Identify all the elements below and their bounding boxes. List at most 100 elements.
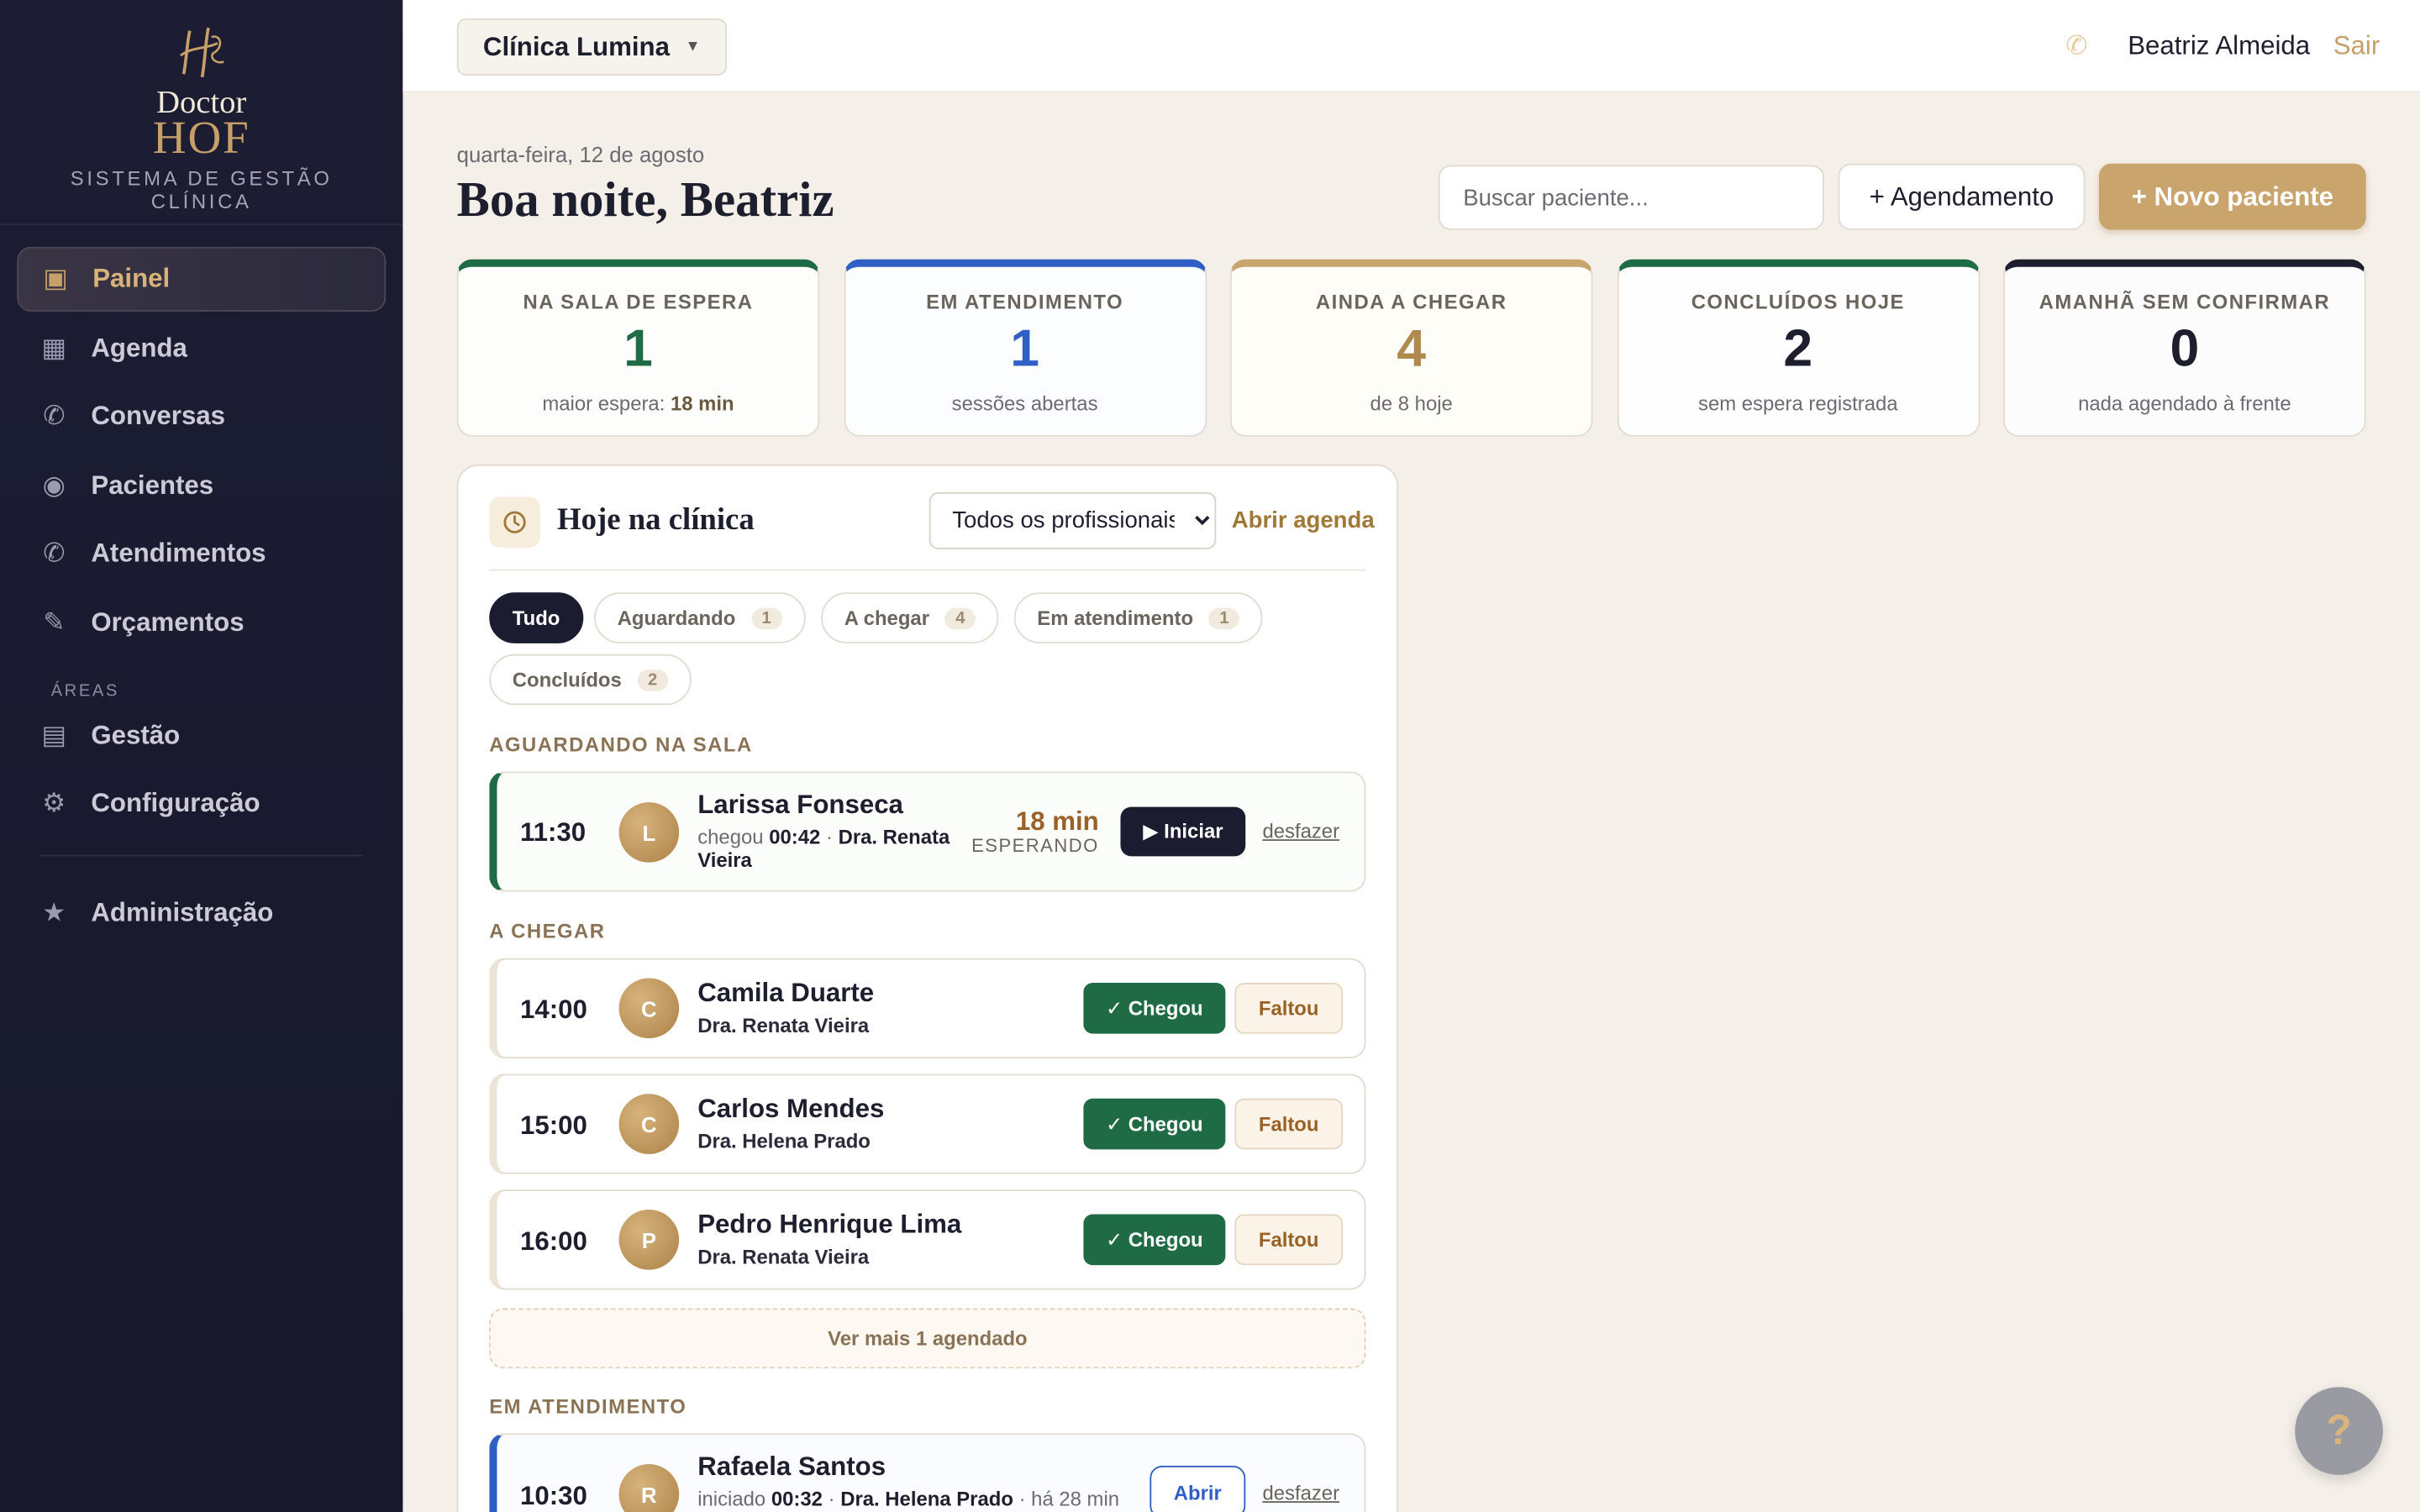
session-info: iniciado 00:32 · Dra. Helena Prado · há … [697, 1488, 1160, 1511]
current-date: quarta-feira, 12 de agosto [456, 141, 705, 167]
sidebar-item-pacientes[interactable]: ◉ Pacientes [17, 454, 386, 518]
logout-link[interactable]: Sair [2333, 31, 2381, 62]
appointment-time: 10:30 [519, 1481, 587, 1511]
open-session-button[interactable]: Abrir [1150, 1465, 1246, 1512]
chip-all[interactable]: Tudo [489, 592, 583, 643]
mark-arrived-button[interactable]: ✓ Chegou [1083, 1214, 1226, 1266]
mark-arrived-button[interactable]: ✓ Chegou [1083, 1098, 1226, 1150]
sidebar-item-label: Atendimentos [91, 538, 266, 569]
kpi-completed-today[interactable]: CONCLUÍDOS HOJE 2 sem espera registrada [1616, 259, 1980, 437]
professional-filter-select[interactable]: Todos os profissionais [929, 491, 1217, 549]
chip-count: 1 [750, 606, 782, 629]
main-nav: ▣ Painel ▦ Agenda ✆ Conversas ◉ Paciente… [0, 225, 402, 946]
open-agenda-link[interactable]: Abrir agenda [1232, 507, 1375, 533]
sidebar-item-painel[interactable]: ▣ Painel [17, 246, 387, 312]
kpi-value: 0 [2170, 319, 2200, 378]
nav-divider [39, 854, 363, 857]
undo-link[interactable]: desfazer [1262, 1481, 1339, 1504]
appointment-time: 16:00 [519, 1226, 587, 1257]
new-patient-button[interactable]: + Novo paciente [2098, 163, 2366, 230]
kpi-yet-to-arrive[interactable]: AINDA A CHEGAR 4 de 8 hoje [1229, 259, 1593, 437]
avatar: C [618, 978, 680, 1039]
logo-monogram-icon [179, 27, 224, 78]
doctor-name: Dra. Renata Vieira [697, 1013, 870, 1037]
mark-missed-button[interactable]: Faltou [1234, 983, 1343, 1034]
start-session-button[interactable]: ▶ Iniciar [1120, 806, 1246, 857]
add-appointment-button[interactable]: + Agendamento [1838, 163, 2086, 230]
sidebar-item-label: Orçamentos [91, 607, 245, 638]
chip-in-service[interactable]: Em atendimento 1 [1013, 592, 1263, 643]
kpi-in-service[interactable]: EM ATENDIMENTO 1 sessões abertas [843, 259, 1207, 437]
arriving-row[interactable]: 15:00 C Carlos Mendes Dra. Helena Prado … [489, 1074, 1366, 1174]
doctor-name: Dra. Helena Prado [697, 1129, 871, 1153]
sidebar: Doctor HOF SISTEMA DE GESTÃO CLÍNICA ▣ P… [0, 0, 403, 1512]
patient-name[interactable]: Larissa Fonseca [697, 790, 903, 821]
brand-logo[interactable]: Doctor HOF SISTEMA DE GESTÃO CLÍNICA [0, 0, 403, 226]
sidebar-item-configuracao[interactable]: ⚙ Configuração [17, 772, 386, 837]
kpi-tomorrow-unconfirmed[interactable]: AMANHÃ SEM CONFIRMAR 0 nada agendado à f… [2003, 259, 2366, 437]
panel-divider [489, 569, 1366, 571]
sidebar-item-label: Pacientes [91, 470, 214, 500]
chip-arriving[interactable]: A chegar 4 [821, 592, 999, 643]
sidebar-item-agenda[interactable]: ▦ Agenda [17, 316, 386, 381]
patient-name[interactable]: Rafaela Santos [697, 1452, 886, 1483]
clock-icon [489, 496, 540, 549]
sidebar-item-atendimentos[interactable]: ✆ Atendimentos [17, 522, 386, 587]
appointment-time: 14:00 [519, 995, 587, 1025]
kpi-label: CONCLUÍDOS HOJE [1691, 290, 1905, 313]
section-label-in-service: EM ATENDIMENTO [489, 1394, 687, 1418]
doctor-name: Dra. Helena Prado [840, 1487, 1013, 1511]
caret-down-icon: ▼ [685, 38, 701, 56]
sidebar-item-gestao[interactable]: ▤ Gestão [17, 703, 386, 768]
arriving-row[interactable]: 14:00 C Camila Duarte Dra. Renata Vieira… [489, 958, 1366, 1058]
chip-completed[interactable]: Concluídos 2 [489, 654, 692, 706]
calendar-icon: ▦ [41, 332, 67, 362]
see-more-button[interactable]: Ver mais 1 agendado [489, 1308, 1366, 1369]
sidebar-item-administracao[interactable]: ★ Administração [17, 881, 386, 946]
arriving-row[interactable]: 16:00 P Pedro Henrique Lima Dra. Renata … [489, 1189, 1366, 1290]
kpi-subtext: sessões abertas [951, 391, 1098, 416]
sidebar-item-conversas[interactable]: ✆ Conversas [17, 385, 386, 449]
chip-label: Em atendimento [1037, 606, 1194, 630]
sidebar-item-label: Conversas [91, 401, 226, 431]
kpi-subtext: de 8 hoje [1370, 391, 1453, 416]
chip-count: 4 [944, 606, 976, 629]
kpi-subtext-prefix: maior espera: [542, 391, 671, 416]
main-content: quarta-feira, 12 de agosto Boa noite, Be… [402, 94, 2420, 1512]
undo-link[interactable]: desfazer [1262, 819, 1339, 843]
in-service-row[interactable]: 10:30 R Rafaela Santos iniciado 00:32 · … [489, 1433, 1366, 1512]
mark-arrived-button[interactable]: ✓ Chegou [1083, 983, 1226, 1034]
chip-label: Tudo [512, 606, 560, 630]
separator: · [828, 1487, 835, 1511]
chip-waiting[interactable]: Aguardando 1 [594, 592, 806, 643]
sidebar-item-orcamentos[interactable]: ✎ Orçamentos [17, 591, 386, 655]
clinic-name: Clínica Lumina [482, 31, 670, 61]
mark-missed-button[interactable]: Faltou [1234, 1214, 1343, 1266]
patient-name[interactable]: Carlos Mendes [697, 1094, 884, 1125]
appointment-time: 15:00 [519, 1110, 587, 1141]
clinic-selector[interactable]: Clínica Lumina ▼ [456, 18, 727, 76]
help-button[interactable]: ? [2295, 1387, 2383, 1475]
chip-label: Concluídos [512, 668, 622, 691]
kpi-subtext-strong: 18 min [670, 391, 734, 416]
section-label-arriving: A CHEGAR [489, 919, 606, 943]
phone-icon[interactable]: ✆ [2065, 31, 2087, 62]
waiting-row[interactable]: 11:30 L Larissa Fonseca chegou 00:42 · D… [489, 771, 1366, 892]
avatar: C [618, 1094, 680, 1154]
nav-section-label: ÁREAS [50, 681, 119, 701]
mark-missed-button[interactable]: Faltou [1234, 1098, 1343, 1150]
kpi-label: AINDA A CHEGAR [1315, 290, 1507, 313]
dashboard-icon: ▣ [43, 264, 68, 293]
patient-name[interactable]: Camila Duarte [697, 978, 874, 1009]
appointments-icon: ✆ [43, 538, 66, 569]
sidebar-item-label: Configuração [91, 788, 260, 818]
chip-label: Aguardando [617, 606, 736, 630]
patient-name[interactable]: Pedro Henrique Lima [697, 1210, 961, 1241]
sidebar-item-label: Gestão [91, 719, 181, 749]
kpi-label: EM ATENDIMENTO [926, 290, 1124, 313]
kpi-subtext: sem espera registrada [1698, 391, 1898, 416]
kpi-waiting-room[interactable]: NA SALA DE ESPERA 1 maior espera: 18 min [456, 259, 820, 437]
search-input[interactable] [1438, 165, 1825, 230]
kpi-subtext: maior espera: 18 min [459, 392, 818, 416]
section-label-waiting: AGUARDANDO NA SALA [489, 732, 753, 756]
